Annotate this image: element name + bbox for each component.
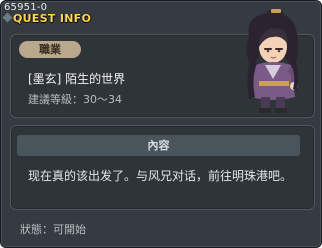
npc-character-portrait-icon <box>246 9 299 113</box>
job-quest-name: [墨玄] 陌生的世界 <box>28 72 126 86</box>
title-diamond-icon <box>2 12 13 23</box>
content-header: 內容 <box>17 135 300 156</box>
quest-info-window: 65951-0 QUEST INFO 職業 [墨玄] 陌生的世界 建議等級：30… <box>0 0 322 248</box>
quest-description: 现在真的该出发了。与风兄对话，前往明珠港吧。 <box>28 169 293 183</box>
job-badge: 職業 <box>19 41 81 58</box>
quest-status: 狀態：可開始 <box>20 223 86 236</box>
window-title: QUEST INFO <box>13 12 92 25</box>
recommended-level: 建議等級：30～34 <box>28 93 122 106</box>
